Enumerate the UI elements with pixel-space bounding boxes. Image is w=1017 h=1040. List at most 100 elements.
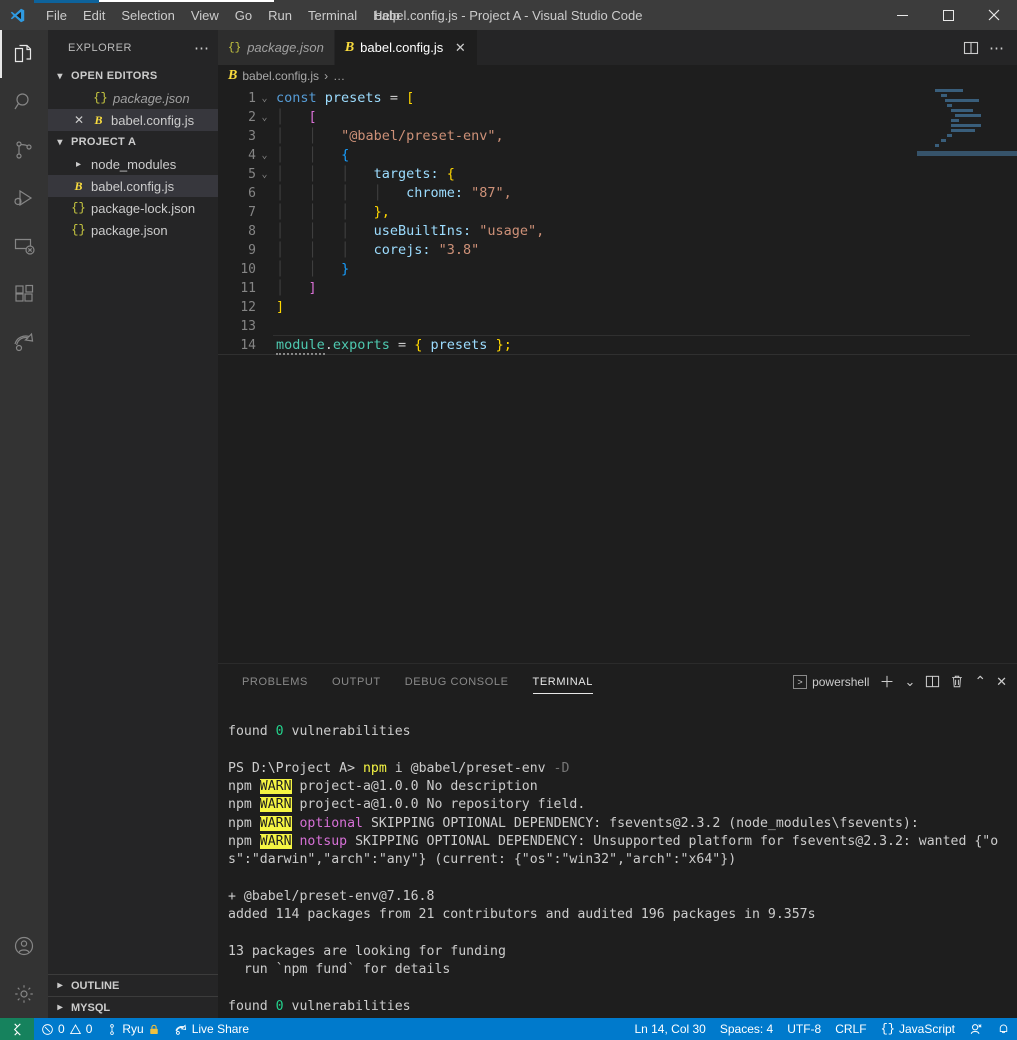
menu-file[interactable]: File (38, 5, 75, 26)
open-editor-babel-config[interactable]: ✕ B babel.config.js (48, 109, 218, 131)
more-actions-icon[interactable]: ⋯ (989, 39, 1005, 57)
close-icon[interactable]: ✕ (72, 113, 86, 127)
code-line-7: 7 │ │ │ }, (218, 203, 1017, 222)
menu-run[interactable]: Run (260, 5, 300, 26)
json-braces-icon: {} (880, 1022, 895, 1036)
line-number: 2 (248, 110, 256, 125)
remote-window-icon[interactable] (0, 1018, 34, 1040)
tab-output[interactable]: OUTPUT (320, 664, 393, 699)
editor-scrollbar[interactable] (1003, 87, 1017, 663)
chevron-right-icon: ▸ (57, 980, 63, 991)
split-editor-icon[interactable] (963, 40, 979, 56)
menu-selection[interactable]: Selection (113, 5, 182, 26)
tree-item-babel-config[interactable]: B babel.config.js (48, 175, 218, 197)
maximize-button[interactable] (925, 0, 971, 30)
terminal-cmd-rest: i @babel/preset-env (386, 760, 554, 776)
kill-terminal-trash-icon[interactable] (950, 674, 964, 689)
status-encoding[interactable]: UTF-8 (780, 1018, 828, 1040)
bell-icon (999, 1024, 1008, 1034)
property-corejs: corejs: (373, 242, 431, 258)
operator-equals: = (397, 337, 407, 353)
explorer-files-icon[interactable] (0, 30, 48, 78)
sidebar-header: EXPLORER ⋯ (48, 30, 218, 65)
status-language-mode[interactable]: {} JavaScript (874, 1018, 962, 1040)
status-live-share[interactable]: Live Share (167, 1018, 256, 1040)
sidebar-panel-mysql[interactable]: ▸ MYSQL (48, 996, 218, 1018)
search-icon[interactable] (0, 78, 48, 126)
terminal-output[interactable]: found 0 vulnerabilities PS D:\Project A>… (218, 699, 1017, 1018)
terminal-shell-selector[interactable]: > powershell (793, 674, 870, 689)
fold-chevron-icon[interactable]: ⌄ (256, 89, 273, 108)
section-project-a[interactable]: ▾ PROJECT A (48, 131, 218, 153)
menu-view[interactable]: View (183, 5, 227, 26)
terminal-funding-1: 13 packages are looking for funding (228, 943, 506, 959)
run-and-debug-icon[interactable] (0, 174, 48, 222)
identifier-exports: exports (332, 337, 390, 353)
brace-open: { (446, 166, 455, 182)
status-feedback[interactable] (962, 1018, 990, 1040)
status-eol[interactable]: CRLF (828, 1018, 873, 1040)
breadcrumb-tail[interactable]: … (333, 69, 345, 83)
accounts-icon[interactable] (0, 922, 48, 970)
tab-problems[interactable]: PROBLEMS (230, 664, 320, 699)
tab-package-json[interactable]: {} package.json (218, 30, 335, 65)
section-open-editors[interactable]: ▾ OPEN EDITORS (48, 65, 218, 87)
remote-explorer-icon[interactable] (0, 222, 48, 270)
titlebar-accent-stripe-secondary (99, 0, 274, 2)
code-editor[interactable]: 1 ⌄ const presets = [ 2 ⌄ │ [ 3 │ │ "@ba… (218, 87, 1017, 663)
maximize-panel-chevron-up-icon[interactable]: ⌃ (974, 673, 986, 690)
terminal-warn-badge: WARN (259, 815, 292, 831)
tree-item-node-modules[interactable]: ▸ node_modules (48, 153, 218, 175)
status-live-share-label: Live Share (191, 1022, 250, 1036)
close-icon[interactable]: ✕ (453, 40, 467, 56)
operator-dot: . (324, 337, 333, 353)
menu-bar: File Edit Selection View Go Run Terminal… (38, 5, 408, 26)
fold-chevron-icon[interactable]: ⌄ (256, 165, 273, 184)
menu-go[interactable]: Go (227, 5, 260, 26)
code-line-1: 1 ⌄ const presets = [ (218, 89, 1017, 108)
line-number: 14 (240, 337, 256, 353)
close-button[interactable] (971, 0, 1017, 30)
close-panel-icon[interactable]: ✕ (996, 674, 1007, 690)
fold-chevron-icon[interactable]: ⌄ (256, 108, 273, 127)
code-text: │ │ { (276, 147, 350, 163)
tab-babel-config-js[interactable]: B babel.config.js ✕ (334, 30, 479, 65)
status-indentation[interactable]: Spaces: 4 (713, 1018, 780, 1040)
status-problems[interactable]: 0 0 (34, 1018, 99, 1040)
terminal-found-count: 0 (275, 724, 284, 740)
terminal-shell-name: powershell (812, 674, 870, 689)
minimize-button[interactable] (879, 0, 925, 30)
fold-chevron-icon[interactable]: ⌄ (256, 146, 273, 165)
tab-terminal[interactable]: TERMINAL (521, 664, 605, 699)
source-control-icon[interactable] (0, 126, 48, 174)
menu-terminal[interactable]: Terminal (300, 5, 365, 26)
terminal-warn-1: project-a@1.0.0 No description (291, 779, 538, 795)
split-terminal-icon[interactable] (925, 674, 940, 689)
status-notifications[interactable] (990, 1018, 1017, 1040)
panel-tabs: PROBLEMS OUTPUT DEBUG CONSOLE TERMINAL >… (218, 664, 1017, 699)
new-terminal-plus-icon[interactable]: ＋ (879, 671, 894, 692)
menu-edit[interactable]: Edit (75, 5, 113, 26)
panel-actions: > powershell ＋ ⌄ ⌃ ✕ (793, 671, 1017, 692)
line-number: 3 (248, 129, 256, 144)
live-share-icon[interactable] (0, 318, 48, 366)
breadcrumb-file[interactable]: babel.config.js (242, 69, 319, 83)
status-cursor-position[interactable]: Ln 14, Col 30 (627, 1018, 712, 1040)
tree-item-package-lock-json[interactable]: {} package-lock.json (48, 197, 218, 219)
status-language-label: JavaScript (898, 1022, 955, 1036)
sidebar-panel-outline[interactable]: ▸ OUTLINE (48, 974, 218, 996)
extensions-icon[interactable] (0, 270, 48, 318)
git-branch-icon (110, 1023, 115, 1035)
tab-debug-console[interactable]: DEBUG CONSOLE (393, 664, 521, 699)
sidebar-more-actions-icon[interactable]: ⋯ (194, 39, 210, 57)
status-branch[interactable]: Ryu (99, 1018, 166, 1040)
chevron-down-icon[interactable]: ⌄ (904, 674, 915, 690)
tree-item-package-json[interactable]: {} package.json (48, 219, 218, 241)
open-editor-package-json[interactable]: {} package.json (48, 87, 218, 109)
live-share-icon (175, 1023, 186, 1035)
menu-help[interactable]: Help (365, 5, 408, 26)
sidebar-explorer: EXPLORER ⋯ ▾ OPEN EDITORS {} package.jso… (48, 30, 218, 1018)
bracket-close: ] (308, 280, 317, 296)
manage-gear-icon[interactable] (0, 970, 48, 1018)
terminal-warn-3: SKIPPING OPTIONAL DEPENDENCY: fsevents@2… (363, 815, 919, 831)
